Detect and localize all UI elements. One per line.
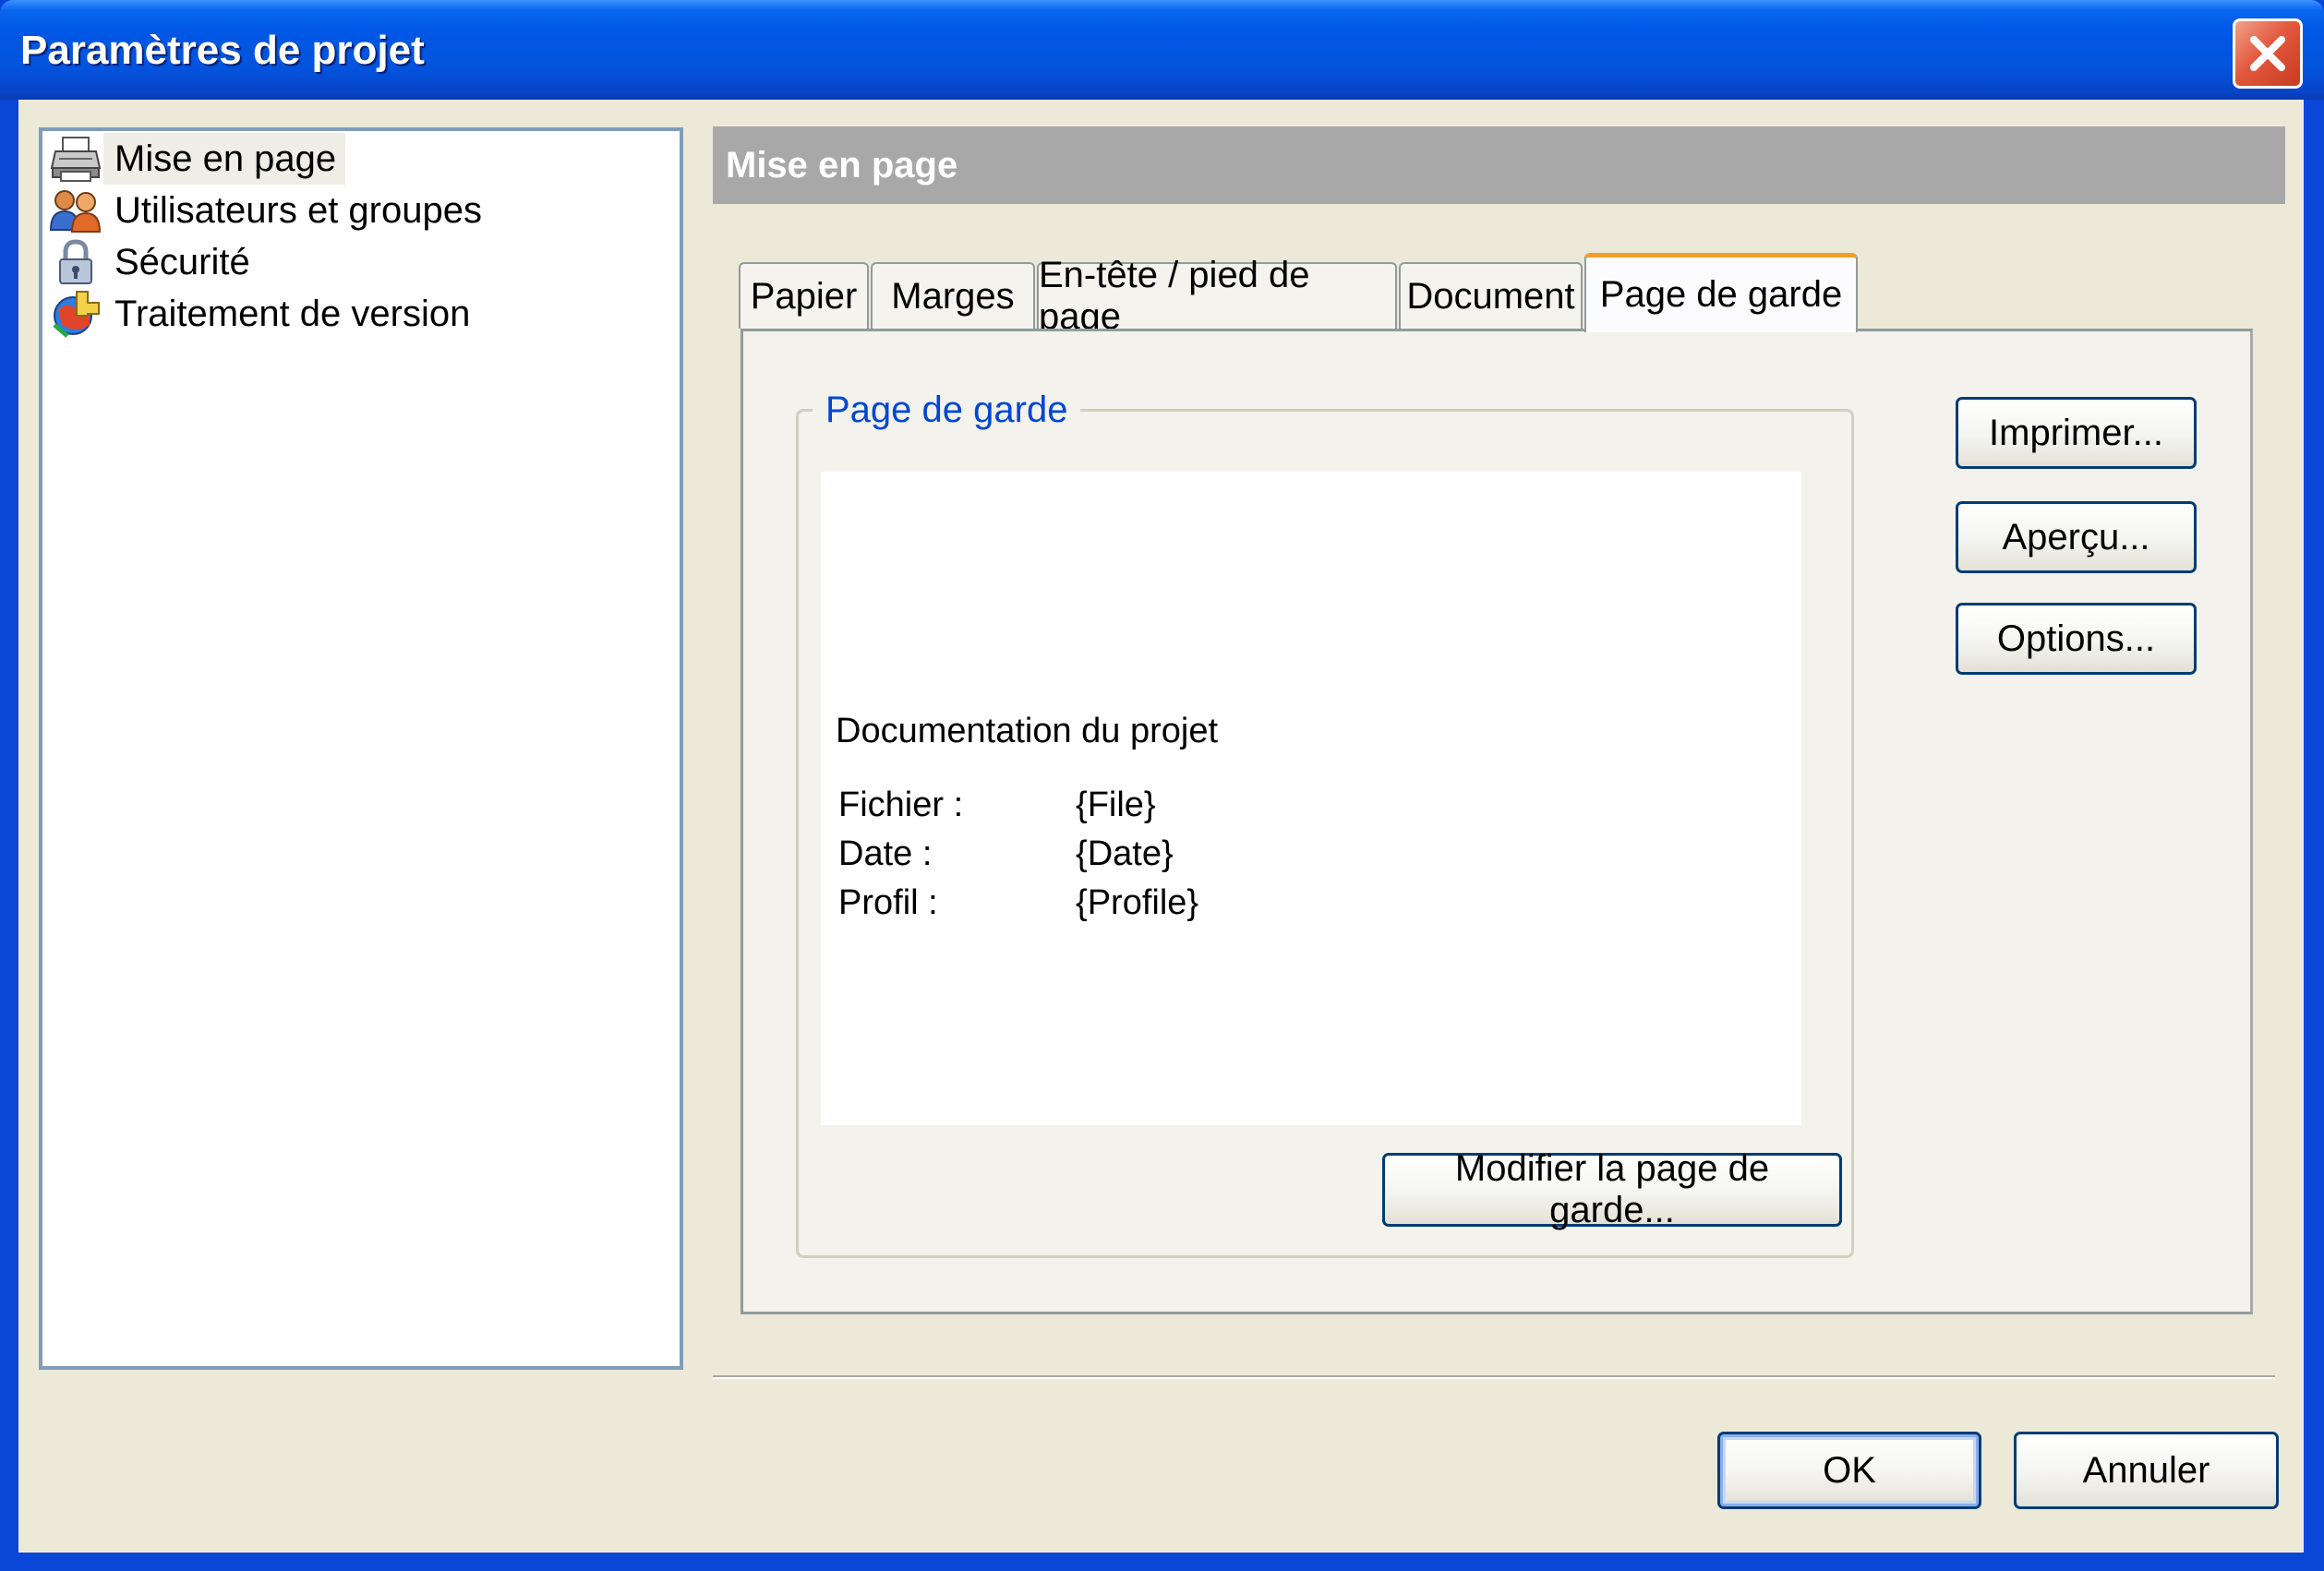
sidebar-item-mise-en-page[interactable]: Mise en page (48, 133, 346, 185)
preview-label-profile: Profil : (838, 883, 938, 922)
sidebar-item-securite[interactable]: Sécurité (48, 236, 259, 288)
close-button[interactable] (2233, 18, 2303, 89)
tab-marges[interactable]: Marges (871, 262, 1035, 329)
sidebar-item-utilisateurs-et-groupes[interactable]: Utilisateurs et groupes (48, 185, 491, 236)
preview-label-file: Fichier : (838, 786, 964, 824)
dialog-client-area: Mise en page Utilisateurs et groupes Séc… (18, 100, 2304, 1553)
sidebar-item-label: Sécurité (114, 242, 250, 282)
printer-icon (48, 133, 103, 185)
sidebar-item-label: Traitement de version (114, 294, 471, 334)
ok-button[interactable]: OK (1717, 1432, 1981, 1509)
tab-papier[interactable]: Papier (739, 262, 869, 329)
panel-title: Mise en page (726, 145, 958, 186)
preview-value-profile: {Profile} (1076, 883, 1199, 922)
options-button[interactable]: Options... (1956, 603, 2197, 675)
sidebar-item-traitement-de-version[interactable]: Traitement de version (48, 288, 479, 340)
users-icon (48, 185, 103, 236)
window-title: Paramètres de projet (20, 28, 425, 73)
version-processing-icon (48, 288, 103, 340)
cover-page-preview: Documentation du projet Fichier : {File}… (821, 472, 1801, 1125)
groupbox-label: Page de garde (813, 390, 1081, 431)
panel-header: Mise en page (713, 126, 2285, 204)
footer-separator (713, 1375, 2275, 1379)
sidebar-item-label: Mise en page (103, 133, 346, 185)
tab-document[interactable]: Document (1399, 262, 1583, 329)
preview-value-date: {Date} (1076, 834, 1174, 873)
close-icon (2250, 36, 2285, 71)
preview-button[interactable]: Aperçu... (1956, 501, 2197, 573)
preview-label-date: Date : (838, 834, 933, 873)
title-bar[interactable]: Paramètres de projet (0, 0, 2324, 100)
print-button[interactable]: Imprimer... (1956, 397, 2197, 469)
preview-value-file: {File} (1076, 786, 1156, 824)
sidebar-item-label: Utilisateurs et groupes (114, 190, 482, 231)
tab-en-tete-pied-de-page[interactable]: En-tête / pied de page (1037, 255, 1397, 337)
preview-title: Documentation du projet (836, 712, 1219, 750)
modify-cover-page-button[interactable]: Modifier la page de garde... (1382, 1148, 1842, 1230)
cancel-button[interactable]: Annuler (2014, 1432, 2279, 1509)
lock-icon (48, 236, 103, 288)
project-settings-dialog: Paramètres de projet Mise en page Utilis… (0, 0, 2324, 1571)
settings-category-tree[interactable]: Mise en page Utilisateurs et groupes Séc… (39, 127, 683, 1370)
tab-page-de-garde[interactable]: Page de garde (1584, 253, 1858, 332)
